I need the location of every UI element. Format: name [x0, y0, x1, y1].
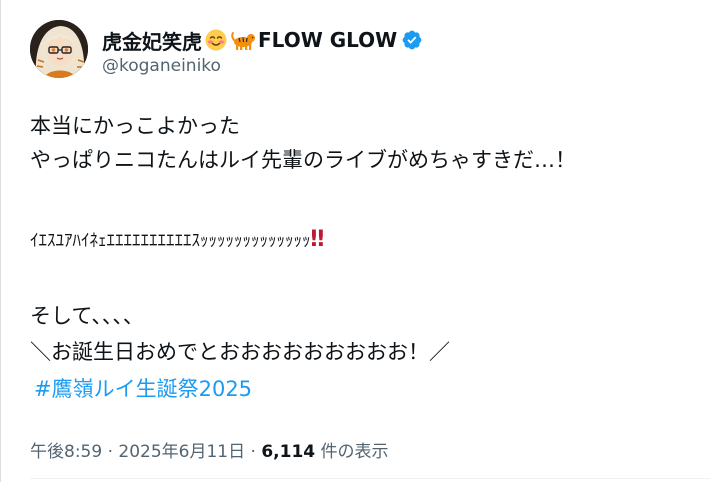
left-border: [0, 0, 1, 482]
tweet-text-line-1: 本当にかっこよかった: [30, 114, 240, 138]
divider: [30, 478, 710, 479]
tweet-text-halfwidth-kana: ｲｴｽﾕｱﾊｲﾈｪｴｴｴｴｴｴｴｴｴｴｽｯｯｯｯｯｯｯｯｯｯｯｯｯ: [30, 231, 311, 251]
author-name-row[interactable]: 虎金妃笑虎 FLOW GLOW: [102, 24, 423, 56]
tweet-text-line-4: そして、、、、: [30, 304, 144, 328]
tweet-text-line-5: ＼お誕生日おめでとおおおおおおおおお！／: [30, 340, 450, 364]
display-name: 虎金妃笑虎: [102, 29, 202, 54]
tweet-text-line-2: やっぱりニコたんはルイ先輩のライブがめちゃすきだ…！: [30, 148, 576, 172]
avatar[interactable]: [30, 20, 88, 78]
verified-badge-icon[interactable]: [401, 29, 423, 51]
views-count: 6,114: [261, 442, 316, 462]
tweet-text-line-3: ｲｴｽﾕｱﾊｲﾈｪｴｴｴｴｴｴｴｴｴｴｽｯｯｯｯｯｯｯｯｯｯｯｯｯ‼: [30, 225, 324, 255]
tweet-time[interactable]: 午後8:59: [30, 442, 102, 462]
double-exclamation-icon: ‼: [310, 227, 325, 252]
tweet-date[interactable]: 2025年6月11日: [118, 442, 245, 462]
hashtag-line: #鷹嶺ルイ生誕祭2025: [34, 375, 252, 403]
smiling-face-with-blush-icon: [204, 28, 228, 52]
meta-separator: ·: [102, 442, 119, 462]
meta-separator: ·: [245, 442, 262, 462]
tweet-meta: 午後8:59 · 2025年6月11日 · 6,114 件の表示: [30, 437, 389, 462]
tweet-card: 虎金妃笑虎 FLOW GLOW @koganeiniko 本当にかっこよかった …: [0, 0, 710, 482]
author-handle[interactable]: @koganeiniko: [102, 56, 221, 76]
views-label: 件の表示: [315, 442, 389, 462]
hashtag-link[interactable]: #鷹嶺ルイ生誕祭2025: [34, 377, 252, 401]
tiger-icon: [230, 28, 256, 52]
display-name-suffix: FLOW GLOW: [258, 28, 398, 52]
